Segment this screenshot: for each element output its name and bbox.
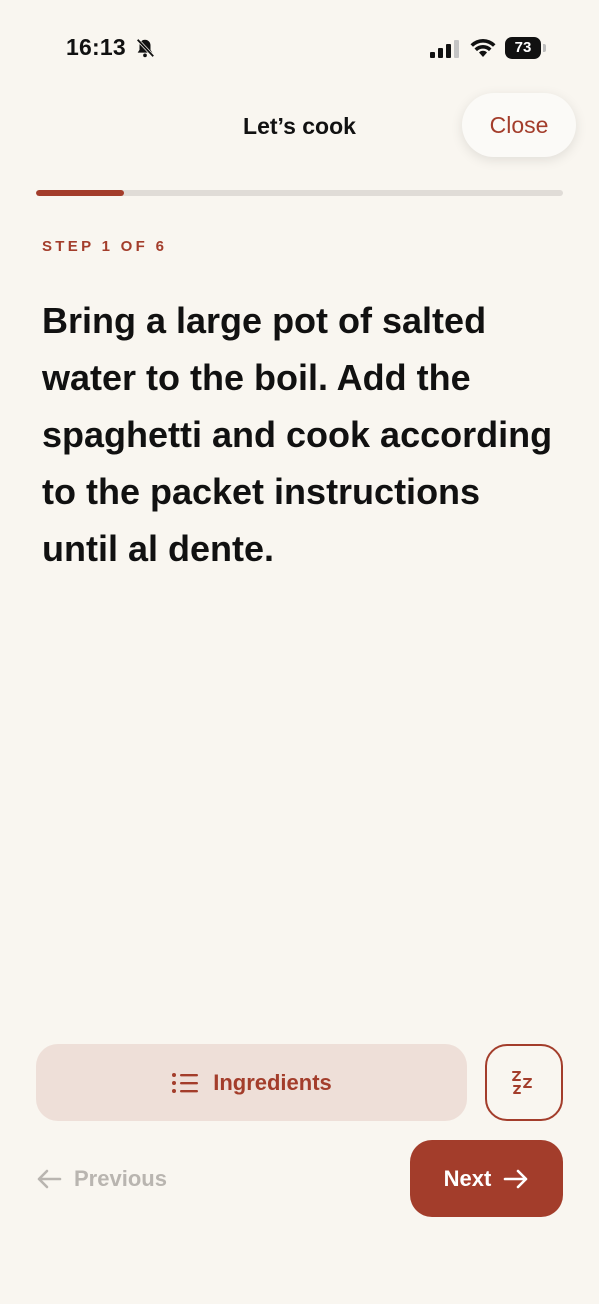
next-button[interactable]: Next — [410, 1140, 563, 1217]
arrow-left-icon — [37, 1169, 62, 1189]
previous-button[interactable]: Previous — [36, 1155, 167, 1203]
close-button[interactable]: Close — [462, 93, 576, 157]
zzz-icon — [512, 1070, 532, 1094]
sleep-button[interactable] — [485, 1044, 563, 1121]
progress-fill — [36, 190, 124, 196]
signal-icon — [430, 40, 459, 58]
status-time: 16:13 — [66, 34, 126, 60]
progress-bar — [36, 190, 563, 196]
step-label: STEP 1 OF 6 — [42, 238, 168, 255]
status-bar: 16:13 73 — [0, 0, 599, 96]
list-icon — [172, 1072, 199, 1093]
step-instruction: Bring a large pot of salted water to the… — [42, 300, 553, 569]
previous-label: Previous — [74, 1166, 167, 1191]
battery-level: 73 — [505, 37, 541, 59]
ingredients-label: Ingredients — [213, 1069, 332, 1095]
next-label: Next — [443, 1165, 492, 1191]
wifi-icon — [470, 38, 496, 57]
ingredients-button[interactable]: Ingredients — [36, 1044, 467, 1121]
bell-slash-icon — [136, 38, 155, 58]
arrow-right-icon — [504, 1169, 528, 1188]
battery-tip — [543, 44, 546, 52]
battery-icon: 73 — [505, 37, 547, 59]
